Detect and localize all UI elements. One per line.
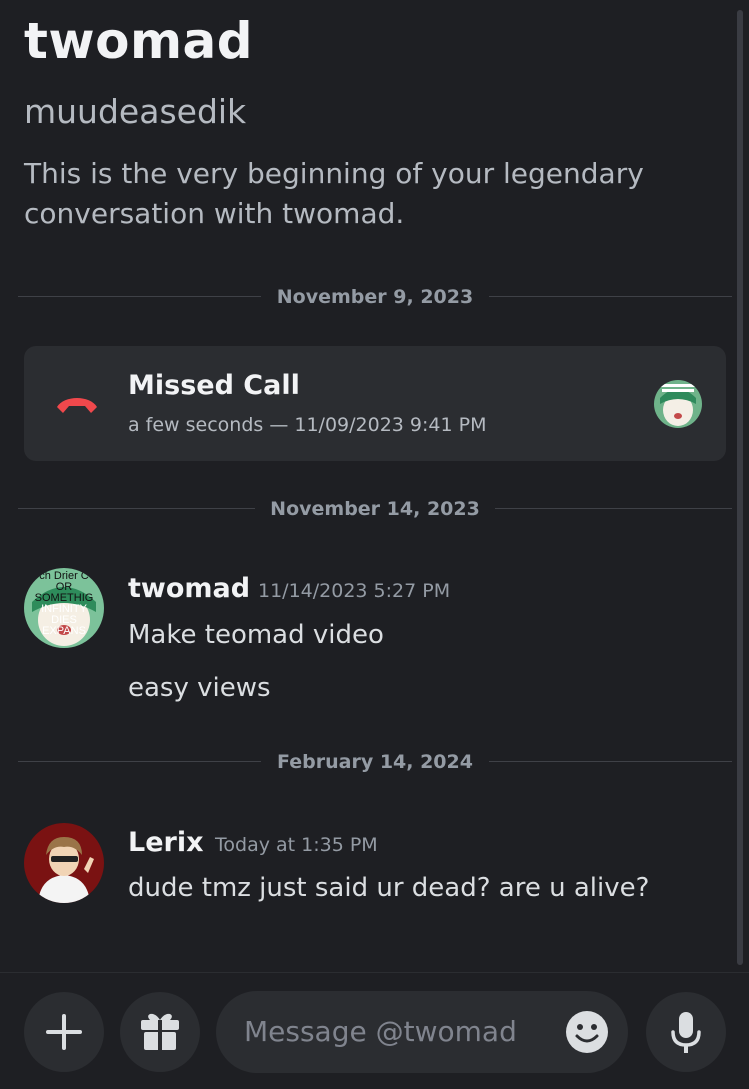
scrollbar-thumb[interactable] xyxy=(737,10,743,965)
message-text: easy views xyxy=(128,673,271,703)
date-divider-text: November 14, 2023 xyxy=(270,498,480,520)
date-divider: November 9, 2023 xyxy=(18,285,732,309)
scrollbar[interactable] xyxy=(737,10,743,965)
add-attachment-button[interactable] xyxy=(24,992,104,1072)
twomad-avatar[interactable]: ch Drier C OR SOMETHIG INFINITY DIES EXP… xyxy=(24,568,104,648)
message-input[interactable]: Message @twomad xyxy=(216,991,628,1073)
avatar-caption-line: EXPANS xyxy=(42,625,86,637)
message-text: Make teomad video xyxy=(128,620,384,650)
date-divider: February 14, 2024 xyxy=(18,750,732,774)
emoji-icon[interactable] xyxy=(565,1010,609,1054)
date-divider: November 14, 2023 xyxy=(18,497,732,521)
avatar-caption: ch Drier C OR SOMETHIG INFINITY DIES EXP… xyxy=(24,571,104,637)
dm-username: muudeasedik xyxy=(24,92,247,131)
message-text: dude tmz just said ur dead? are u alive? xyxy=(128,873,650,903)
composer-separator xyxy=(0,972,749,973)
divider-line xyxy=(489,761,732,762)
lerix-avatar-image xyxy=(24,823,104,903)
message-timestamp: 11/14/2023 5:27 PM xyxy=(258,580,451,602)
divider-line xyxy=(489,296,732,297)
missed-call-card[interactable]: Missed Call a few seconds — 11/09/2023 9… xyxy=(24,346,726,461)
missed-call-subtitle: a few seconds — 11/09/2023 9:41 PM xyxy=(128,414,487,436)
lerix-avatar[interactable] xyxy=(24,823,104,903)
phone-hangup-icon xyxy=(57,398,97,413)
plus-icon xyxy=(46,1014,82,1050)
caller-avatar-image xyxy=(654,380,702,428)
divider-line xyxy=(495,508,732,509)
date-divider-text: November 9, 2023 xyxy=(276,286,474,308)
message-input-placeholder: Message @twomad xyxy=(244,1015,517,1048)
gift-button[interactable] xyxy=(120,992,200,1072)
dm-intro: This is the very beginning of your legen… xyxy=(24,157,644,230)
voice-message-button[interactable] xyxy=(646,992,726,1072)
caller-avatar[interactable] xyxy=(654,380,702,428)
dm-title: twomad xyxy=(24,12,254,70)
message-timestamp: Today at 1:35 PM xyxy=(215,834,378,856)
date-divider-text: February 14, 2024 xyxy=(277,751,473,773)
missed-call-title: Missed Call xyxy=(128,370,300,401)
message-author[interactable]: Lerix xyxy=(128,827,204,858)
gift-icon xyxy=(141,1013,179,1050)
microphone-icon xyxy=(671,1012,701,1053)
message-author[interactable]: twomad xyxy=(128,573,250,604)
